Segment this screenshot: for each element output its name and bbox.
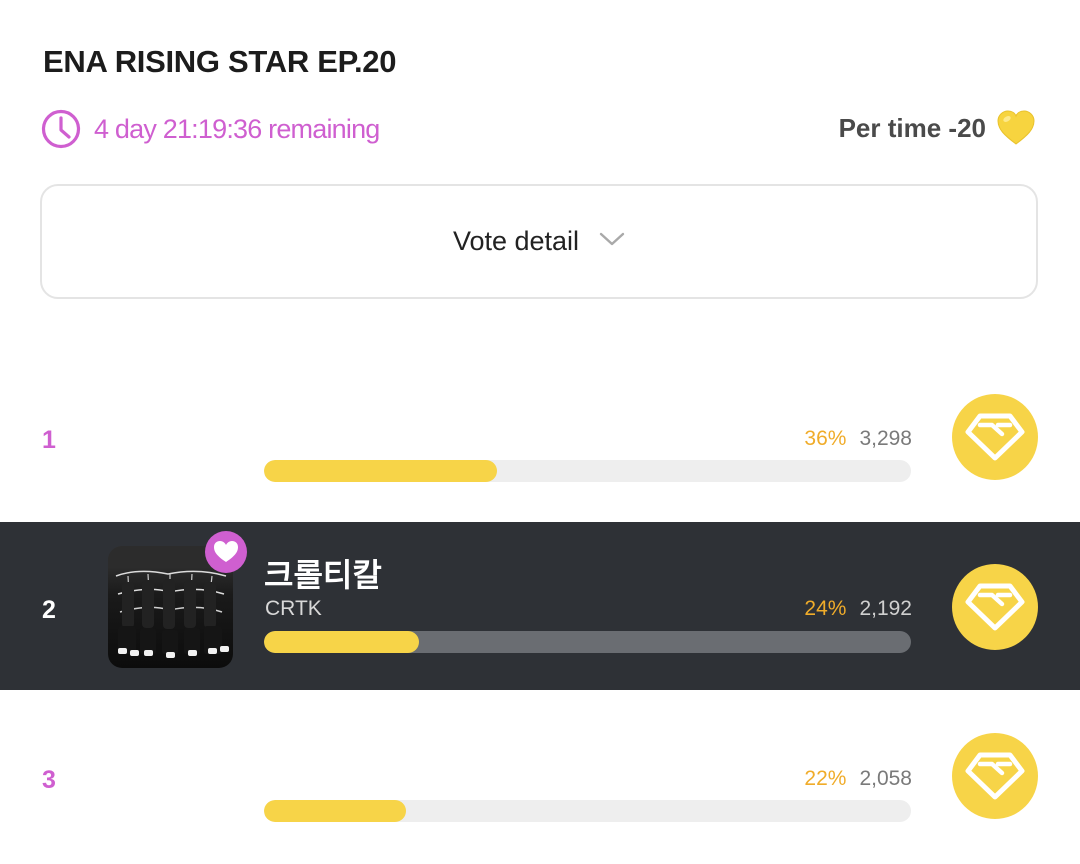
timer-text: 4 day 21:19:36 remaining bbox=[94, 113, 380, 144]
vote-count: 2,058 bbox=[859, 767, 912, 790]
vote-cost: Per time -20 bbox=[839, 110, 1036, 146]
vote-heart-icon bbox=[965, 583, 1025, 631]
vote-button[interactable] bbox=[952, 733, 1038, 819]
vote-count: 2,192 bbox=[859, 597, 912, 620]
artist-name: 크롤티칼 bbox=[264, 557, 382, 593]
vote-stats: 36% 3,298 bbox=[804, 427, 912, 451]
clock-icon bbox=[41, 109, 81, 149]
white-heart-icon bbox=[214, 541, 238, 562]
artist-subtitle: CRTK bbox=[265, 597, 322, 620]
vote-button[interactable] bbox=[952, 564, 1038, 650]
rank-number: 2 bbox=[42, 596, 56, 624]
progress-bar bbox=[264, 800, 911, 822]
vote-percent: 24% bbox=[804, 597, 847, 620]
ranking-row-highlighted: 2 크롤티칼 CRTK 24% 2,192 bbox=[0, 522, 1080, 690]
vote-heart-icon bbox=[965, 752, 1025, 800]
event-title: ENA RISING STAR EP.20 bbox=[43, 44, 397, 79]
vote-count: 3,298 bbox=[859, 427, 912, 450]
vote-heart-icon bbox=[965, 413, 1025, 461]
yellow-heart-icon bbox=[997, 110, 1035, 145]
progress-fill bbox=[264, 800, 407, 822]
vote-stats: 22% 2,058 bbox=[804, 767, 912, 791]
progress-bar bbox=[264, 631, 911, 653]
ranking-row: 3 22% 2,058 bbox=[0, 692, 1080, 860]
ranking-row: 1 36% 3,298 bbox=[0, 354, 1080, 522]
vote-percent: 36% bbox=[804, 427, 847, 450]
vote-detail-button[interactable]: Vote detail bbox=[40, 184, 1038, 299]
vote-percent: 22% bbox=[804, 767, 847, 790]
rank-number: 1 bbox=[42, 426, 56, 454]
favorite-heart-badge bbox=[205, 531, 247, 573]
chevron-down-icon bbox=[599, 232, 625, 245]
vote-cost-label: Per time -20 bbox=[838, 112, 986, 143]
progress-bar bbox=[264, 460, 911, 482]
vote-detail-label: Vote detail bbox=[452, 226, 580, 256]
rank-number: 3 bbox=[42, 766, 56, 794]
progress-fill bbox=[264, 460, 497, 482]
timer: 4 day 21:19:36 remaining bbox=[40, 108, 380, 150]
vote-button[interactable] bbox=[952, 394, 1038, 480]
vote-stats: 24% 2,192 bbox=[804, 597, 912, 621]
progress-fill bbox=[264, 631, 420, 653]
